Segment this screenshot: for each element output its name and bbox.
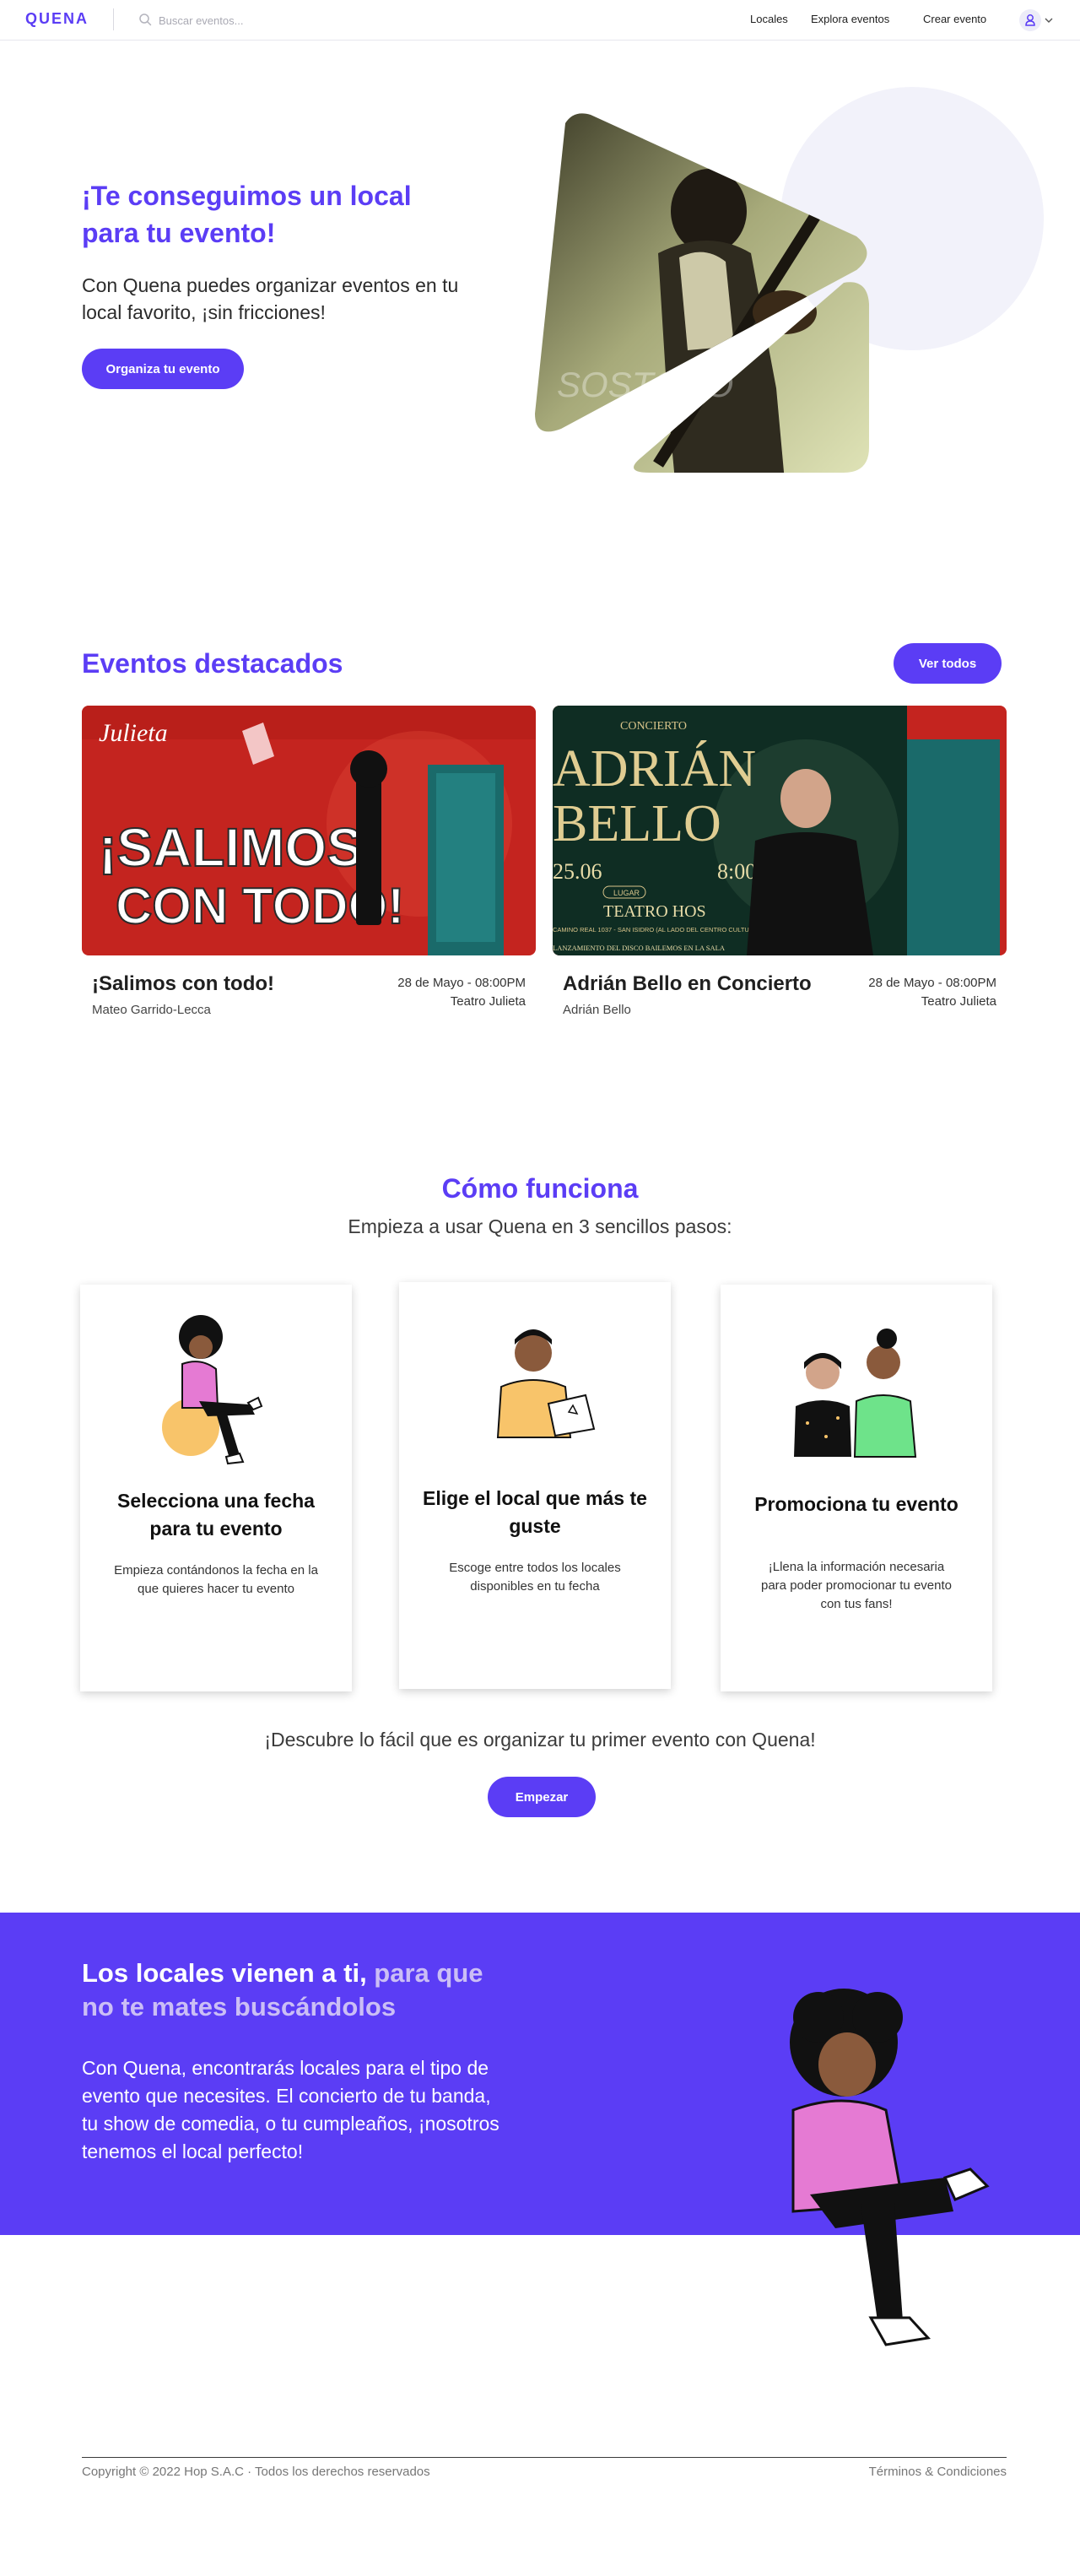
hero-poster-text: SOSTODO	[557, 365, 733, 404]
event-date: 28 de Mayo - 08:00PM	[397, 976, 526, 990]
event-venue: Teatro Julieta	[450, 994, 526, 1009]
poster-line-1: ¡SALIMOS	[99, 817, 363, 878]
cta-text: ¡Descubre lo fácil que es organizar tu p…	[264, 1729, 816, 1751]
person-with-laptop-illustration	[496, 1329, 596, 1438]
banner-title-main: Los locales vienen a ti,	[82, 1958, 367, 1988]
event-name[interactable]: ¡Salimos con todo!	[92, 972, 274, 996]
person-sitting-illustration	[790, 1989, 990, 2346]
search-input[interactable]	[159, 11, 395, 30]
chevron-down-icon	[1045, 18, 1053, 23]
avatar	[1019, 9, 1041, 31]
two-people-talking-illustration	[794, 1329, 917, 1458]
nav-link-locales[interactable]: Locales	[750, 13, 788, 25]
quena-logo[interactable]: QUENA	[25, 10, 89, 28]
organize-event-button[interactable]: Organiza tu evento	[82, 349, 244, 389]
poster-bottom: LANZAMIENTO DEL DISCO BAILEMOS EN LA SAL…	[553, 944, 726, 952]
event-artist: Adrián Bello	[563, 1003, 631, 1017]
poster-line-2: BELLO	[553, 795, 721, 852]
terms-link[interactable]: Términos & Condiciones	[869, 2465, 1007, 2479]
hero-subtitle: Con Quena puedes organizar eventos en tu…	[82, 274, 459, 323]
poster-kicker: CONCIERTO	[620, 720, 687, 733]
user-menu-button[interactable]	[1019, 9, 1055, 31]
footer-copyright: Copyright © 2022 Hop S.A.C · Todos los d…	[82, 2465, 430, 2479]
step-title: Elige el local que más te guste	[423, 1487, 647, 1537]
step-title: Promociona tu evento	[754, 1493, 958, 1515]
nav-link-crear-evento[interactable]: Crear evento	[923, 13, 986, 25]
event-card[interactable]: CONCIERTO ADRIÁN BELLO 25.06 8:00PM LUGA…	[553, 706, 1007, 1026]
event-poster-adrian-bello: CONCIERTO ADRIÁN BELLO 25.06 8:00PM LUGA…	[553, 706, 1007, 955]
step-card: Elige el local que más te guste Escoge e…	[399, 1282, 671, 1689]
poster-place: TEATRO HOS	[603, 902, 706, 921]
navbar-divider	[113, 8, 114, 30]
step-title: Selecciona una fecha para tu evento	[117, 1490, 315, 1540]
hero-title: ¡Te conseguimos un local para tu evento!	[82, 181, 412, 248]
poster-brand: Julieta	[99, 719, 168, 747]
nav-link-explora-eventos[interactable]: Explora eventos	[811, 13, 889, 25]
event-poster-salimos: Julieta ¡SALIMOS CON TODO!	[82, 706, 536, 955]
hero-guitarist-image: SOSTODO	[535, 113, 869, 473]
how-it-works-subtitle: Empieza a usar Quena en 3 sencillos paso…	[348, 1215, 732, 1237]
step-description: Escoge entre todos los locales disponibl…	[449, 1561, 621, 1594]
how-it-works-title: Cómo funciona	[441, 1173, 639, 1204]
step-description: ¡Llena la información necesaria para pod…	[761, 1560, 952, 1611]
event-card[interactable]: Julieta ¡SALIMOS CON TODO! ¡Salimos con …	[82, 706, 536, 1026]
featured-events-title: Eventos destacados	[82, 648, 343, 679]
banner-text: Con Quena, encontrarás locales para el t…	[82, 2057, 500, 2162]
step-description: Empieza contándonos la fecha en la que q…	[114, 1563, 318, 1596]
poster-lugar-tag: LUGAR	[613, 889, 640, 897]
see-all-button[interactable]: Ver todos	[894, 643, 1002, 684]
step-card: Selecciona una fecha para tu evento Empi…	[80, 1285, 352, 1691]
footer-divider	[82, 2457, 1007, 2458]
top-navbar: QUENA Locales Explora eventos Crear even…	[0, 0, 1080, 41]
banner-title: Los locales vienen a ti, para que no te …	[82, 1956, 521, 2024]
event-venue: Teatro Julieta	[921, 994, 996, 1009]
poster-date: 25.06	[553, 859, 602, 884]
search-box	[138, 11, 408, 30]
user-icon	[1025, 14, 1035, 26]
step-card: Promociona tu evento ¡Llena la informaci…	[721, 1285, 992, 1691]
poster-line-1: ADRIÁN	[553, 740, 756, 798]
person-sitting-ball-illustration	[162, 1315, 263, 1465]
start-button[interactable]: Empezar	[488, 1777, 596, 1817]
search-icon	[139, 14, 152, 26]
event-date: 28 de Mayo - 08:00PM	[868, 976, 996, 990]
event-name[interactable]: Adrián Bello en Concierto	[563, 972, 812, 996]
event-artist: Mateo Garrido-Lecca	[92, 1003, 211, 1017]
